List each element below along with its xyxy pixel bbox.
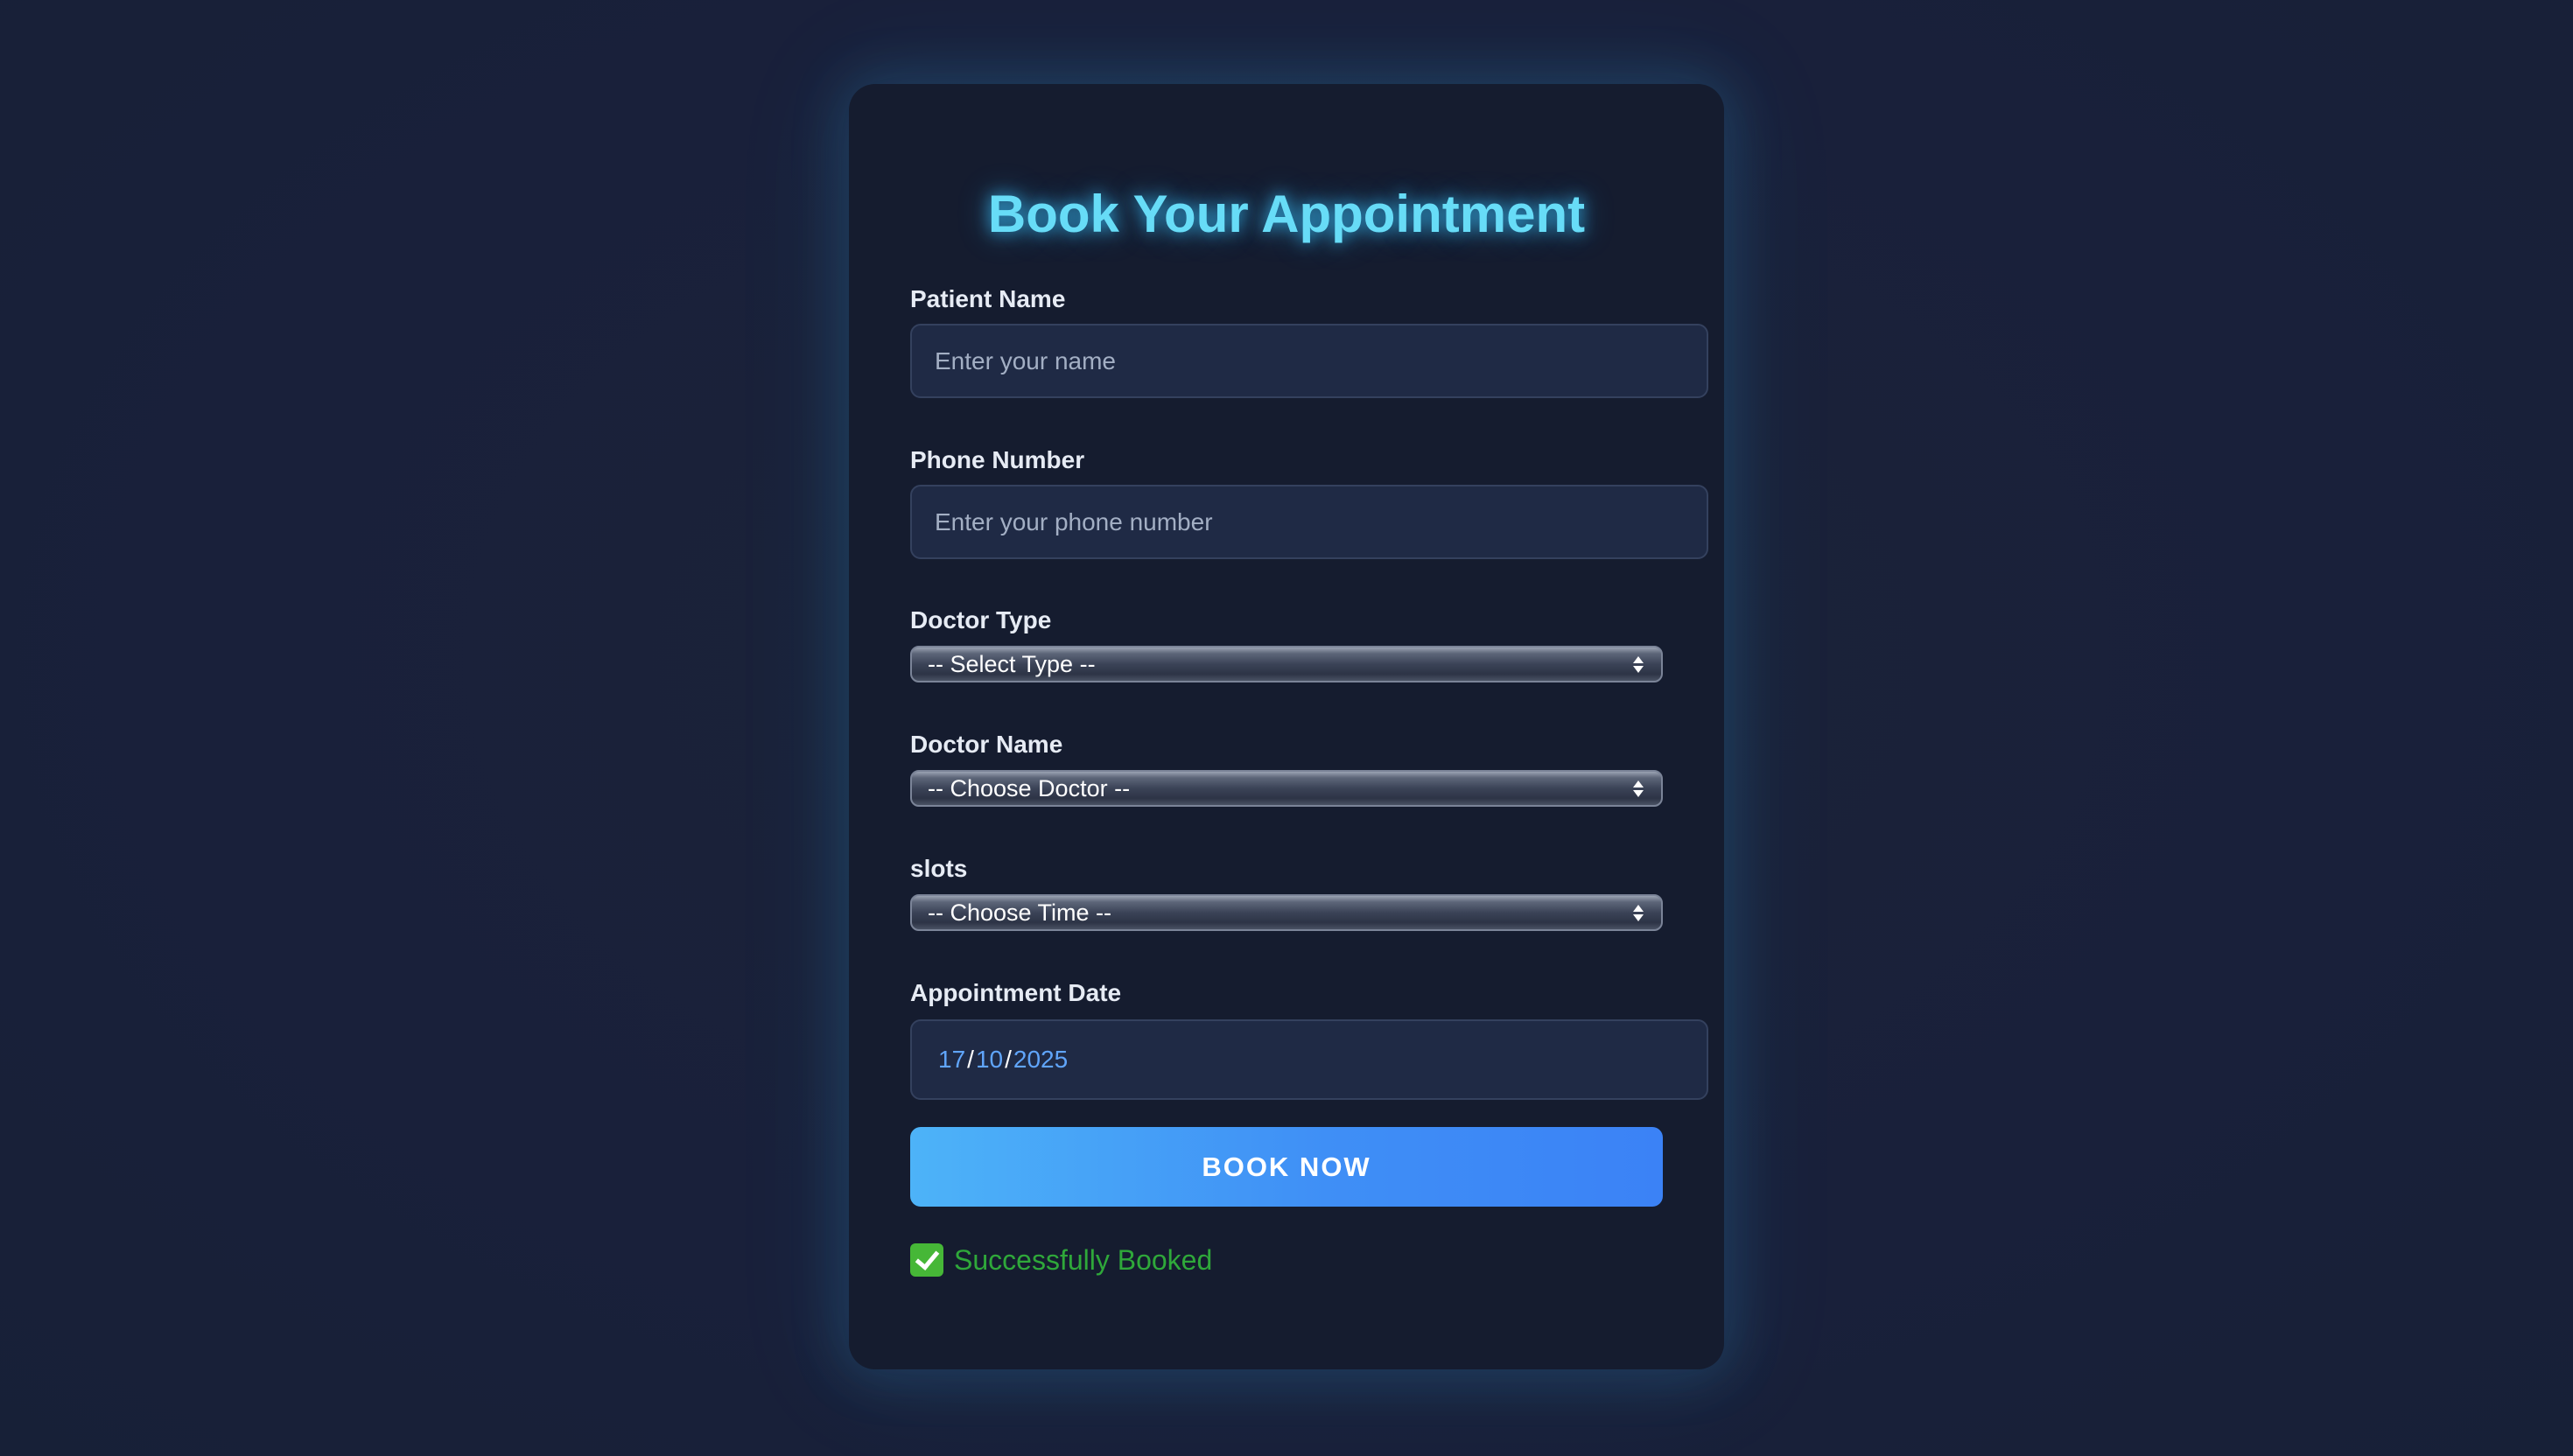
doctor-name-selected-value: -- Choose Doctor -- xyxy=(928,775,1131,802)
slots-selected-value: -- Choose Time -- xyxy=(928,900,1112,926)
date-month[interactable]: 10 xyxy=(976,1046,1003,1074)
booking-status-message: Successfully Booked xyxy=(910,1242,1212,1278)
date-separator: / xyxy=(967,1046,974,1073)
doctor-name-label: Doctor Name xyxy=(910,731,1063,758)
appointment-date-label: Appointment Date xyxy=(910,979,1122,1006)
book-now-button[interactable]: BOOK NOW xyxy=(910,1127,1663,1207)
appointment-date-input[interactable]: 17 / 10 / 2025 xyxy=(910,1019,1708,1100)
page-title: Book Your Appointment xyxy=(987,185,1586,243)
phone-number-input[interactable] xyxy=(910,485,1708,559)
select-arrows-icon xyxy=(1631,651,1645,677)
check-mark-icon xyxy=(910,1243,943,1277)
select-arrows-icon xyxy=(1631,775,1645,802)
slots-select[interactable]: -- Choose Time -- xyxy=(910,894,1663,931)
doctor-type-select[interactable]: -- Select Type -- xyxy=(910,646,1663,682)
select-arrows-icon xyxy=(1631,900,1645,926)
date-day[interactable]: 17 xyxy=(938,1046,965,1074)
date-separator: / xyxy=(1005,1046,1012,1073)
phone-number-label: Phone Number xyxy=(910,446,1085,473)
slots-label: slots xyxy=(910,855,968,882)
date-year[interactable]: 2025 xyxy=(1013,1046,1068,1074)
doctor-type-selected-value: -- Select Type -- xyxy=(928,651,1096,677)
status-text: Successfully Booked xyxy=(954,1243,1213,1276)
patient-name-label: Patient Name xyxy=(910,285,1066,312)
doctor-name-select[interactable]: -- Choose Doctor -- xyxy=(910,770,1663,807)
patient-name-input[interactable] xyxy=(910,324,1708,398)
doctor-type-label: Doctor Type xyxy=(910,606,1052,634)
